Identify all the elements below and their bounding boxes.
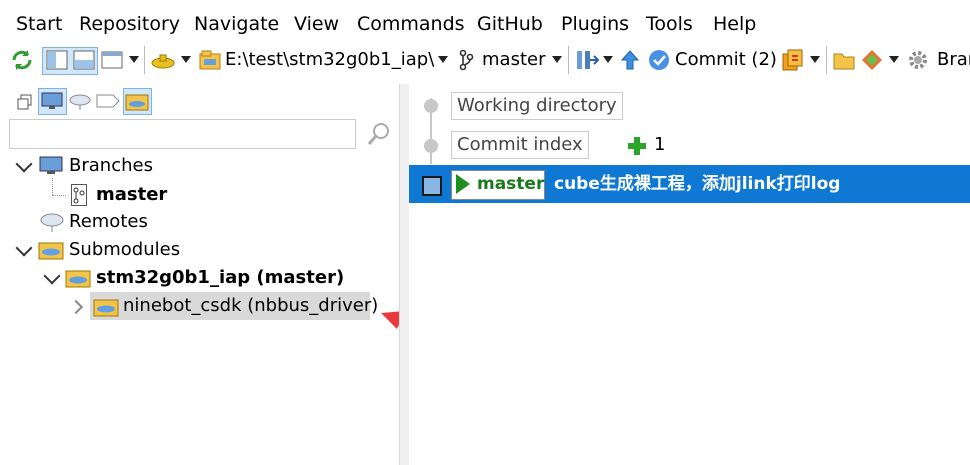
monitor-icon [39, 156, 63, 174]
menu-start[interactable]: Start [16, 12, 62, 36]
tree-submodules[interactable]: Submodules [69, 238, 180, 262]
submodule-icon [38, 242, 64, 260]
chevron-down-icon[interactable] [810, 56, 820, 63]
submodule-icon [125, 94, 149, 111]
tree-submodule-ninebot[interactable]: ninebot_csdk (nbbus_driver) [123, 294, 378, 318]
search-input[interactable] [9, 119, 356, 149]
submodule-icon [93, 299, 119, 317]
tree-branch-master[interactable]: master [96, 183, 167, 207]
menu-tools[interactable]: Tools [646, 12, 693, 36]
branch-icon [459, 49, 474, 71]
chevron-down-icon[interactable] [603, 56, 613, 63]
plus-icon [628, 137, 646, 155]
cloud-icon [40, 213, 64, 232]
menu-view[interactable]: View [294, 12, 339, 36]
menu-repository[interactable]: Repository [79, 12, 180, 36]
commit-index-label[interactable]: Commit index [451, 131, 589, 159]
graph-node-current [422, 176, 442, 196]
monitor-icon [41, 92, 63, 109]
refresh-icon[interactable] [10, 48, 34, 72]
menu-help[interactable]: Help [713, 12, 756, 36]
commit-button[interactable]: Commit (2) [675, 48, 777, 72]
graph-node [424, 139, 438, 153]
tree-remotes[interactable]: Remotes [69, 210, 148, 234]
chevron-down-icon[interactable] [181, 56, 191, 63]
git-gui-icon[interactable] [860, 48, 884, 72]
restore-icon[interactable] [16, 92, 34, 112]
repository-path[interactable]: E:\test\stm32g0b1_iap\ [225, 48, 434, 72]
layout-split-icon[interactable] [72, 48, 96, 72]
chevron-down-icon[interactable] [129, 56, 139, 63]
tag-icon[interactable] [96, 93, 120, 109]
chevron-down-icon[interactable] [552, 56, 562, 63]
working-directory-label[interactable]: Working directory [451, 92, 623, 120]
chevron-down-icon[interactable] [438, 56, 448, 63]
folder-icon[interactable] [832, 48, 856, 72]
tree-submodule-stm32[interactable]: stm32g0b1_iap (master) [96, 266, 344, 290]
toolbar-separator [144, 46, 145, 74]
toolbar-separator [568, 46, 569, 74]
branch-icon [71, 184, 87, 206]
chevron-down-icon[interactable] [889, 56, 899, 63]
menu-navigate[interactable]: Navigate [194, 12, 279, 36]
submodule-icon [65, 270, 91, 288]
pull-icon[interactable] [574, 48, 600, 72]
commit-icon[interactable] [648, 48, 670, 72]
current-branch[interactable]: master [482, 48, 545, 72]
submarine-icon[interactable] [150, 48, 176, 72]
stash-icon[interactable] [780, 48, 806, 72]
graph-node [424, 99, 438, 113]
menu-commands[interactable]: Commands [357, 12, 465, 36]
added-count: 1 [654, 134, 666, 155]
gear-icon[interactable] [906, 48, 930, 72]
menu-plugins[interactable]: Plugins [561, 12, 629, 36]
push-icon[interactable] [620, 48, 640, 72]
menu-bar: Start Repository Navigate View Commands … [0, 0, 970, 42]
repository-icon[interactable] [198, 48, 222, 72]
commit-message[interactable]: cube生成裸工程，添加jlink打印log [554, 172, 840, 196]
cloud-icon[interactable] [68, 91, 92, 111]
toolbar-separator [826, 46, 827, 74]
branch-badge-label: master [477, 174, 545, 194]
window-icon[interactable] [100, 48, 124, 72]
tree-branches[interactable]: Branches [69, 154, 153, 178]
branches-button-truncated[interactable]: Brar [937, 48, 970, 72]
tree-connector [52, 195, 66, 197]
menu-github[interactable]: GitHub [477, 12, 543, 36]
tree-connector [52, 178, 54, 195]
play-icon [456, 174, 470, 194]
layout-left-icon[interactable] [45, 48, 69, 72]
search-icon[interactable] [366, 121, 392, 147]
